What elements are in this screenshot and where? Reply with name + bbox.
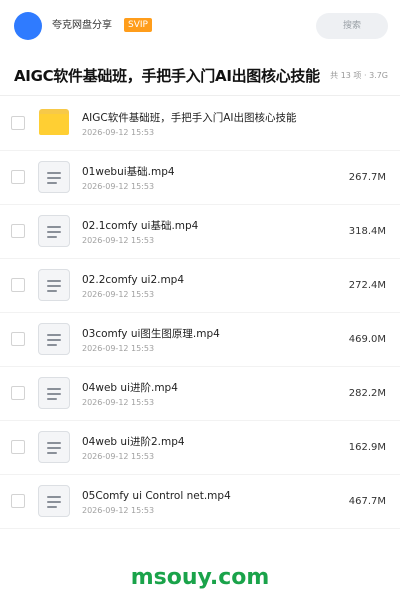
item-date: 2026-09-12 15:53 [82,128,155,137]
item-date: 2026-09-12 15:53 [82,290,155,299]
file-icon [38,215,70,247]
select-checkbox[interactable] [11,386,25,400]
owner-name: 夸克网盘分享 [52,20,112,31]
item-name: 05Comfy ui Control net.mp4 [82,490,231,502]
select-checkbox[interactable] [11,116,25,130]
item-size: 267.7M [348,172,386,183]
file-icon [38,377,70,409]
share-meta: 共 13 项 · 3.7G [330,71,388,80]
item-size: 282.2M [348,388,386,399]
select-checkbox[interactable] [11,224,25,238]
list-item[interactable]: AIGC软件基础班，手把手入门AI出图核心技能 2026-09-12 15:53 [0,97,400,151]
item-name: 04web ui进阶2.mp4 [82,436,185,448]
item-date: 2026-09-12 15:53 [82,506,155,515]
item-size: 162.9M [348,442,386,453]
item-name: 02.1comfy ui基础.mp4 [82,220,199,232]
avatar[interactable] [14,12,42,40]
file-icon [38,269,70,301]
item-size: 318.4M [348,226,386,237]
share-title-bar: AIGC软件基础班，手把手入门AI出图核心技能 共 13 项 · 3.7G [0,56,400,96]
select-checkbox[interactable] [11,170,25,184]
select-checkbox[interactable] [11,278,25,292]
list-item[interactable]: 01webui基础.mp4 2026-09-12 15:53 267.7M [0,151,400,205]
page-title: AIGC软件基础班，手把手入门AI出图核心技能 [14,67,320,85]
item-date: 2026-09-12 15:53 [82,452,155,461]
item-date: 2026-09-12 15:53 [82,182,155,191]
item-date: 2026-09-12 15:53 [82,398,155,407]
search-input[interactable]: 搜索 [316,13,388,39]
list-item[interactable]: 05Comfy ui Control net.mp4 2026-09-12 15… [0,475,400,529]
file-icon [38,431,70,463]
select-checkbox[interactable] [11,494,25,508]
file-icon [38,161,70,193]
list-item[interactable]: 03comfy ui图生图原理.mp4 2026-09-12 15:53 469… [0,313,400,367]
select-checkbox[interactable] [11,440,25,454]
folder-icon [39,109,69,135]
watermark: msouy.com [130,565,270,590]
file-icon [38,323,70,355]
svip-badge: SVIP [124,18,152,32]
item-name: 03comfy ui图生图原理.mp4 [82,328,220,340]
file-list: AIGC软件基础班，手把手入门AI出图核心技能 2026-09-12 15:53… [0,97,400,529]
item-name: 02.2comfy ui2.mp4 [82,274,185,286]
item-size: 467.7M [348,496,386,507]
list-item[interactable]: 02.2comfy ui2.mp4 2026-09-12 15:53 272.4… [0,259,400,313]
item-name: 04web ui进阶.mp4 [82,382,178,394]
header: 夸克网盘分享 SVIP 搜索 [0,0,400,52]
item-date: 2026-09-12 15:53 [82,344,155,353]
item-name: AIGC软件基础班，手把手入门AI出图核心技能 [82,112,297,124]
item-size: 272.4M [348,280,386,291]
list-item[interactable]: 02.1comfy ui基础.mp4 2026-09-12 15:53 318.… [0,205,400,259]
select-checkbox[interactable] [11,332,25,346]
list-item[interactable]: 04web ui进阶2.mp4 2026-09-12 15:53 162.9M [0,421,400,475]
file-icon [38,485,70,517]
list-item[interactable]: 04web ui进阶.mp4 2026-09-12 15:53 282.2M [0,367,400,421]
item-size: 469.0M [348,334,386,345]
item-name: 01webui基础.mp4 [82,166,175,178]
item-date: 2026-09-12 15:53 [82,236,155,245]
